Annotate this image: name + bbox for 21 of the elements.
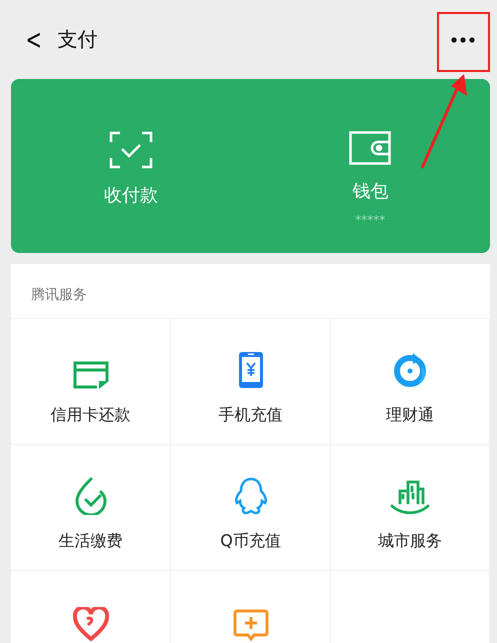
credit-card-icon: [72, 361, 108, 389]
service-tile[interactable]: 城市服务: [331, 445, 490, 571]
section-title: 腾讯服务: [30, 286, 88, 305]
balance-text: *****: [355, 213, 386, 227]
service-tile[interactable]: 生活缴费: [11, 445, 171, 571]
page-title: 支付: [57, 26, 98, 53]
heart-icon: [72, 607, 108, 641]
penguin-icon: [234, 477, 268, 515]
scan-check-icon: [108, 131, 153, 169]
buildings-icon: [390, 479, 430, 515]
service-tile[interactable]: 手机充值: [171, 319, 331, 445]
circular-arrows-icon: [391, 351, 429, 389]
service-tile[interactable]: 理财通: [331, 319, 490, 445]
service-tile[interactable]: 信用卡还款: [11, 319, 171, 445]
more-icon: [450, 36, 474, 42]
drop-check-icon: [74, 477, 108, 515]
service-tile[interactable]: Q币充值: [171, 445, 331, 571]
wallet-icon: [349, 131, 392, 165]
phone-icon: [238, 351, 264, 389]
chat-plus-icon: [232, 609, 268, 641]
back-button[interactable]: <: [20, 23, 48, 56]
